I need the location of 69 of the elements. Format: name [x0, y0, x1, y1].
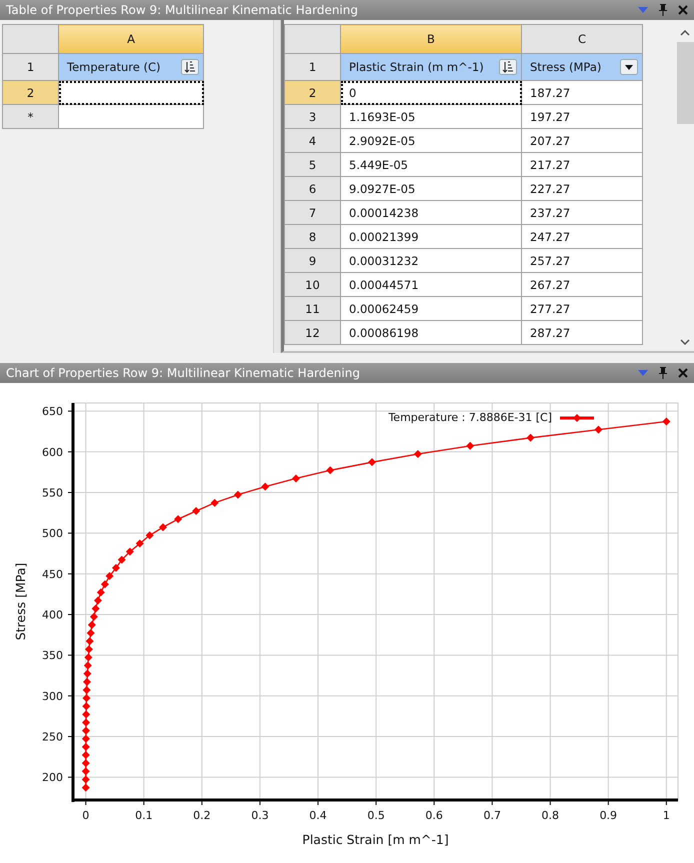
table-cell[interactable]: 187.27: [522, 80, 642, 104]
table-cell[interactable]: 267.27: [522, 272, 642, 296]
row-header[interactable]: 4: [284, 128, 340, 152]
row-header[interactable]: 1: [2, 54, 58, 80]
table-cell[interactable]: 0.00062459: [340, 296, 522, 320]
table-cell[interactable]: 197.27: [522, 104, 642, 128]
y-tick-label: 350: [42, 649, 63, 662]
x-tick-label: 0.6: [425, 809, 443, 822]
y-tick-label: 200: [42, 771, 63, 784]
x-tick-label: 0.1: [135, 809, 153, 822]
table-cell[interactable]: 287.27: [522, 320, 642, 344]
x-tick-label: 0.2: [193, 809, 211, 822]
column-header[interactable]: C: [522, 24, 642, 54]
y-tick-label: 550: [42, 486, 63, 500]
row-header[interactable]: 6: [284, 176, 340, 200]
y-tick-label: 650: [42, 405, 63, 418]
table-cell[interactable]: 0.00086198: [340, 320, 522, 344]
header-cell: Plastic Strain (m m^-1): [340, 54, 522, 80]
row-header[interactable]: 11: [284, 296, 340, 320]
table-cell[interactable]: 227.27: [522, 176, 642, 200]
x-tick-label: 0.9: [600, 809, 618, 822]
table-cell[interactable]: 0.00014238: [340, 200, 522, 224]
y-tick-label: 600: [42, 446, 63, 459]
panel-title: Chart of Properties Row 9: Multilinear Kinematic Hardening: [6, 366, 360, 380]
column-header[interactable]: A: [58, 24, 204, 54]
column-header[interactable]: B: [340, 24, 522, 54]
row-header[interactable]: 10: [284, 272, 340, 296]
table-cell[interactable]: 247.27: [522, 224, 642, 248]
x-tick-label: 0.3: [251, 809, 269, 822]
y-tick-label: 300: [42, 690, 63, 703]
row-header[interactable]: 2: [284, 80, 340, 104]
table-cell[interactable]: 0: [340, 80, 522, 104]
row-header[interactable]: *: [2, 104, 58, 128]
row-header[interactable]: 5: [284, 152, 340, 176]
x-tick-label: 1: [662, 809, 670, 822]
table-cell[interactable]: 277.27: [522, 296, 642, 320]
table-cell[interactable]: 207.27: [522, 128, 642, 152]
header-cell: Temperature (C): [58, 54, 204, 80]
table-cell[interactable]: 0.00031232: [340, 248, 522, 272]
y-axis-label: Stress [MPa]: [13, 562, 28, 640]
x-tick-label: 0.7: [483, 809, 501, 822]
table-cell[interactable]: 0.00021399: [340, 224, 522, 248]
x-axis-label: Plastic Strain [m m^-1]: [302, 832, 449, 847]
header-cell: Stress (MPa): [522, 54, 642, 80]
table-cell[interactable]: 1.1693E-05: [340, 104, 522, 128]
x-tick-label: 0: [82, 809, 90, 822]
row-header[interactable]: 7: [284, 200, 340, 224]
table-cell[interactable]: 9.0927E-05: [340, 176, 522, 200]
row-header[interactable]: 9: [284, 248, 340, 272]
table-cell[interactable]: 257.27: [522, 248, 642, 272]
table-cell[interactable]: 0.00044571: [340, 272, 522, 296]
panel-title: Table of Properties Row 9: Multilinear Kinematic Hardening: [6, 3, 358, 17]
legend-label: Temperature : 7.8886E-31 [C]: [388, 411, 552, 424]
y-tick-label: 250: [42, 730, 63, 744]
table-cell[interactable]: 237.27: [522, 200, 642, 224]
x-tick-label: 0.4: [309, 809, 327, 822]
row-header[interactable]: 3: [284, 104, 340, 128]
table-cell[interactable]: 217.27: [522, 152, 642, 176]
x-tick-label: 0.8: [542, 809, 560, 822]
table-cell[interactable]: 5.449E-05: [340, 152, 522, 176]
row-header[interactable]: 12: [284, 320, 340, 344]
row-header[interactable]: 1: [284, 54, 340, 80]
table-cell[interactable]: 2.9092E-05: [340, 128, 522, 152]
y-tick-label: 400: [42, 608, 63, 622]
row-header[interactable]: 2: [2, 80, 58, 104]
y-tick-label: 500: [42, 527, 63, 540]
x-tick-label: 0.5: [367, 809, 385, 822]
y-tick-label: 450: [42, 568, 63, 581]
row-header[interactable]: 8: [284, 224, 340, 248]
